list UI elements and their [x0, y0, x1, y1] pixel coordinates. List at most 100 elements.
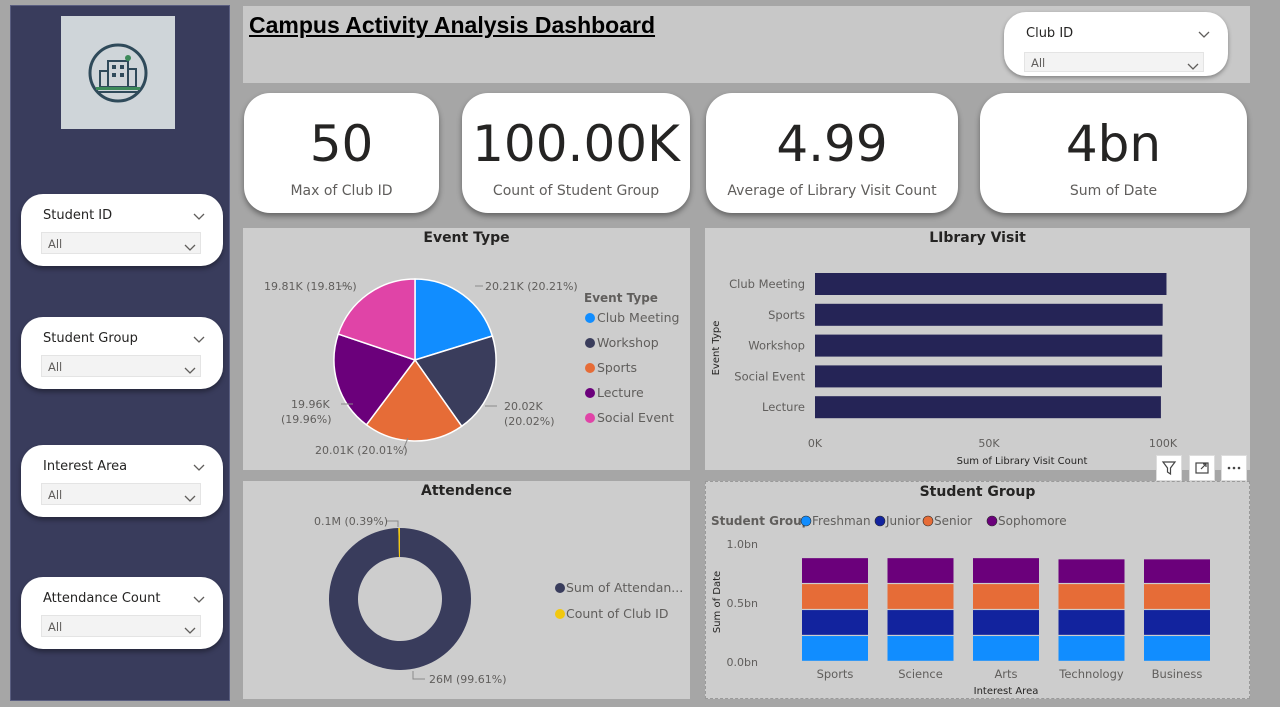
x-tick: Business — [1152, 667, 1203, 681]
kpi-label: Average of Library Visit Count — [727, 183, 937, 199]
x-tick: 0K — [808, 437, 823, 450]
stacked-bar-segment[interactable] — [887, 636, 954, 661]
kpi-value: 4.99 — [776, 115, 888, 173]
bar[interactable] — [815, 365, 1162, 388]
attendance-count-slicer[interactable]: Attendance Count All — [21, 577, 223, 649]
legend-marker — [800, 515, 812, 527]
stacked-bar-segment[interactable] — [887, 584, 954, 609]
bar[interactable] — [815, 396, 1161, 419]
x-tick: Technology — [1058, 667, 1124, 681]
legend-item[interactable]: Count of Club ID — [566, 606, 668, 621]
stacked-bar-segment[interactable] — [802, 584, 868, 609]
club-id-slicer[interactable]: Club ID All — [1004, 12, 1228, 76]
legend-item[interactable]: Sports — [597, 360, 637, 375]
event-type-pie-svg: 20.21K (20.21%) 20.02K (20.02%) 20.01K (… — [264, 278, 679, 457]
y-tick: Social Event — [734, 369, 805, 383]
y-tick: Sports — [768, 308, 805, 322]
slicer-value: All — [48, 360, 63, 374]
stacked-bar-segment[interactable] — [1058, 584, 1125, 609]
legend-item[interactable]: Junior — [885, 514, 920, 528]
student-group-slicer[interactable]: Student Group All — [21, 317, 223, 389]
legend-marker — [585, 338, 595, 348]
stacked-bar-segment[interactable] — [802, 610, 868, 635]
bar[interactable] — [815, 303, 1163, 326]
campus-logo — [61, 16, 175, 129]
stacked-bar-segment[interactable] — [887, 610, 954, 635]
legend-item[interactable]: Sum of Attendan... — [566, 580, 683, 595]
stacked-bar-segment[interactable] — [1058, 636, 1125, 661]
data-label: 20.02K — [504, 400, 543, 413]
more-options-icon[interactable] — [1221, 455, 1247, 481]
data-label: 20.21K (20.21%) — [485, 280, 578, 293]
slicer-label: Attendance Count — [43, 591, 161, 606]
y-tick: 1.0bn — [727, 538, 758, 551]
slicer-dropdown[interactable]: All — [41, 483, 201, 505]
data-label: (19.96%) — [281, 413, 332, 426]
chevron-down-icon[interactable] — [193, 457, 205, 476]
campus-building-icon — [88, 43, 148, 102]
legend-item[interactable]: Senior — [934, 514, 972, 528]
attendance-donut-svg: 0.1M (0.39%) 26M (99.61%) Sum of Attenda… — [314, 515, 683, 686]
y-tick: Club Meeting — [729, 277, 805, 291]
legend-item[interactable]: Club Meeting — [597, 310, 679, 325]
slicer-dropdown[interactable]: All — [1024, 52, 1204, 72]
stacked-bar-segment[interactable] — [1144, 559, 1210, 583]
x-axis-label: Sum of Library Visit Count — [957, 456, 1088, 467]
stacked-bar-segment[interactable] — [1058, 610, 1125, 635]
slicer-value: All — [48, 488, 63, 502]
legend-marker — [922, 515, 934, 527]
stacked-bar-segment[interactable] — [802, 558, 868, 583]
chevron-down-icon[interactable] — [184, 620, 196, 639]
chevron-down-icon[interactable] — [1198, 24, 1210, 43]
stacked-bar-segment[interactable] — [1144, 610, 1210, 635]
chevron-down-icon[interactable] — [184, 237, 196, 256]
data-label: 20.01K (20.01%) — [315, 444, 408, 457]
stacked-bar-segment[interactable] — [973, 584, 1039, 609]
x-tick: Arts — [994, 667, 1017, 681]
kpi-label: Count of Student Group — [492, 183, 660, 199]
slicer-dropdown[interactable]: All — [41, 355, 201, 377]
slicer-dropdown[interactable]: All — [41, 232, 201, 254]
student-id-slicer[interactable]: Student ID All — [21, 194, 223, 266]
stacked-bar-segment[interactable] — [973, 610, 1039, 635]
x-tick: 100K — [1149, 437, 1178, 450]
bar[interactable] — [815, 334, 1163, 357]
chevron-down-icon[interactable] — [193, 206, 205, 225]
interest-area-slicer[interactable]: Interest Area All — [21, 445, 223, 517]
bar[interactable] — [815, 273, 1167, 295]
legend-item[interactable]: Sophomore — [998, 514, 1067, 528]
x-axis-label: Interest Area — [974, 686, 1039, 697]
x-tick: Sports — [817, 667, 854, 681]
chevron-down-icon[interactable] — [184, 488, 196, 507]
kpi-label: Max of Club ID — [290, 183, 393, 199]
chevron-down-icon[interactable] — [1187, 56, 1199, 75]
kpi-card-count-student-group: 100.00K Count of Student Group — [462, 93, 690, 213]
stacked-bar-segment[interactable] — [887, 558, 954, 583]
page-title: Campus Activity Analysis Dashboard — [249, 12, 656, 38]
y-tick: Workshop — [748, 339, 805, 353]
stacked-bar-segment[interactable] — [802, 636, 868, 661]
legend-item[interactable]: Lecture — [597, 385, 644, 400]
legend-item[interactable]: Freshman — [812, 514, 871, 528]
slicer-dropdown[interactable]: All — [41, 615, 201, 637]
chevron-down-icon[interactable] — [193, 329, 205, 348]
legend-marker — [585, 413, 595, 423]
x-tick: Science — [898, 667, 943, 681]
y-axis-label: Event Type — [711, 321, 722, 376]
legend-marker — [585, 388, 595, 398]
stacked-bar-segment[interactable] — [1144, 636, 1210, 661]
y-axis-label: Sum of Date — [712, 571, 723, 633]
legend-marker — [986, 515, 998, 527]
student-group-chart: Student Group Student Group Freshman Juni… — [705, 481, 1250, 699]
stacked-bar-segment[interactable] — [1144, 584, 1210, 609]
legend-marker — [555, 609, 565, 619]
legend-item[interactable]: Social Event — [597, 410, 674, 425]
chevron-down-icon[interactable] — [184, 360, 196, 379]
stacked-bar-segment[interactable] — [1058, 559, 1125, 583]
filter-icon[interactable] — [1156, 455, 1182, 481]
focus-mode-icon[interactable] — [1189, 455, 1215, 481]
stacked-bar-segment[interactable] — [973, 558, 1039, 583]
legend-item[interactable]: Workshop — [597, 335, 659, 350]
stacked-bar-segment[interactable] — [973, 636, 1039, 661]
chevron-down-icon[interactable] — [193, 589, 205, 608]
